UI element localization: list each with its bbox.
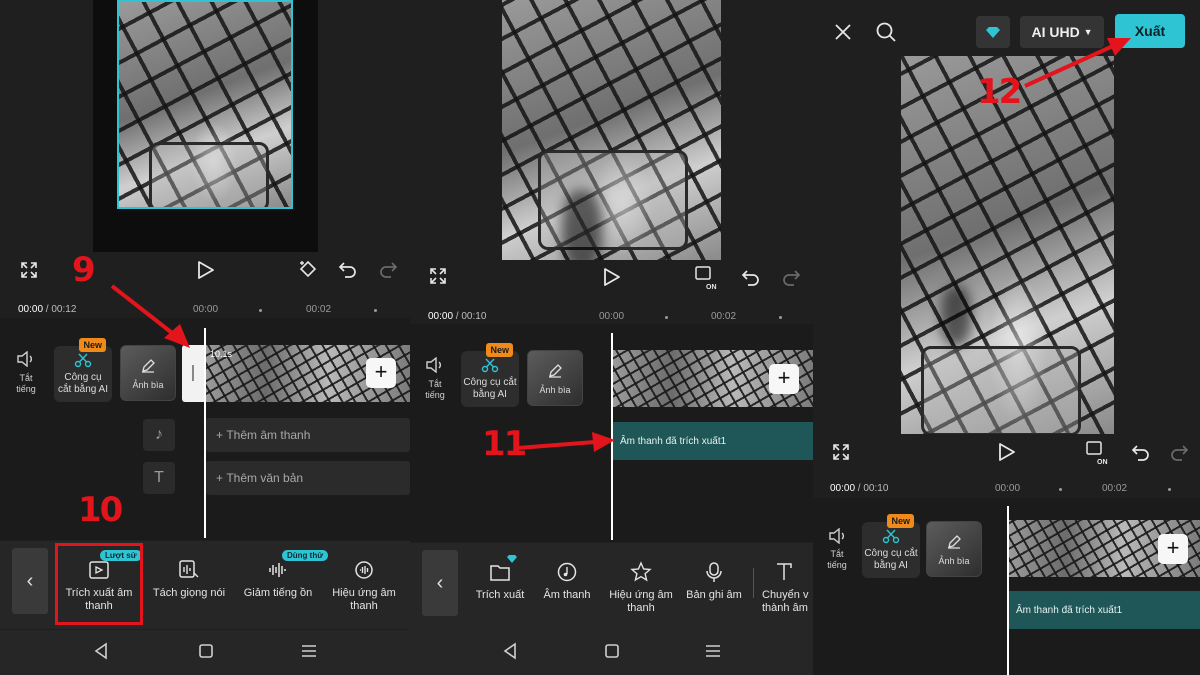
annotation-arrow-11	[517, 432, 615, 452]
step-number-9: 9	[72, 250, 96, 290]
editor-panel-2: ON 00:00 / 00:10 00:00 00:02 Tắt tiếng Ne…	[410, 0, 813, 675]
annotation-arrow-9	[110, 284, 190, 348]
editor-panel-3: AI UHD ▼ Xuất ON 00:00 / 00:10 00:00 00:…	[813, 0, 1200, 675]
step-number-12: 12	[977, 72, 1022, 112]
step-number-10: 10	[78, 490, 123, 530]
step-number-11: 11	[482, 424, 527, 464]
editor-panel-1: 00:00 / 00:12 00:00 00:02 Tắt tiếng New C…	[0, 0, 410, 675]
